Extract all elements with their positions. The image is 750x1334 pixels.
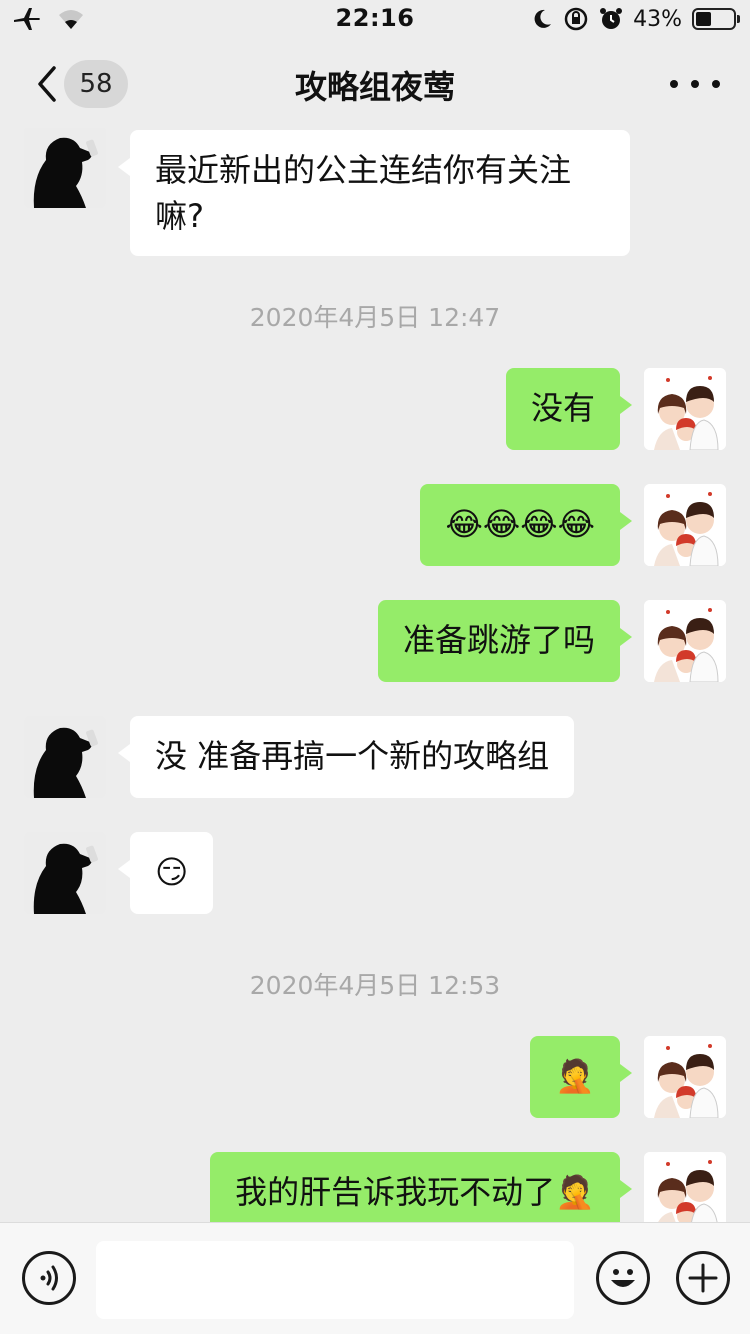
silhouette-avatar-image — [24, 832, 106, 914]
message-bubble-sent[interactable]: 我的肝告诉我玩不动了🤦 — [210, 1152, 632, 1222]
message-list[interactable]: 最近新出的公主连结你有关注 嘛? 2020年4月5日 12:47 没有 😂😂😂😂 — [0, 128, 750, 1222]
alarm-icon — [600, 8, 623, 29]
silhouette-avatar-image — [24, 716, 106, 798]
message-bubble-sent[interactable]: 没有 — [505, 368, 633, 450]
self-avatar[interactable] — [644, 484, 726, 566]
message-bubble-received[interactable]: 😏 — [117, 832, 214, 914]
plus-icon[interactable] — [676, 1251, 730, 1305]
message-bubble-sent[interactable]: 准备跳游了吗 — [377, 600, 633, 682]
plus-glyph — [688, 1263, 718, 1293]
silhouette-avatar-image — [24, 128, 106, 208]
message-timestamp: 2020年4月5日 12:47 — [249, 303, 501, 332]
dot — [670, 80, 678, 88]
message-bubble-sent[interactable]: 😂😂😂😂 — [420, 484, 632, 566]
couple-avatar-image — [644, 484, 726, 566]
message-text: 没有 — [530, 389, 595, 427]
self-avatar[interactable] — [644, 1036, 726, 1118]
message-text: 准备跳游了吗 — [402, 621, 595, 659]
couple-avatar-image — [644, 600, 726, 682]
emoji-icon[interactable] — [596, 1251, 650, 1305]
self-avatar[interactable] — [644, 1152, 726, 1222]
unread-count-badge[interactable]: 58 — [64, 60, 128, 108]
moon-icon — [534, 9, 552, 28]
message-text: 嘛? — [155, 197, 204, 235]
battery-level — [696, 12, 711, 26]
couple-avatar-image — [644, 368, 726, 450]
message-text: 🤦 — [555, 1057, 595, 1095]
message-text: 最近新出的公主连结你有关注 — [155, 151, 572, 189]
battery-percent: 43% — [633, 6, 682, 32]
couple-avatar-image — [644, 1036, 726, 1118]
status-right-icons: 43% — [531, 6, 740, 32]
orientation-lock-icon — [564, 7, 588, 31]
status-bar: 22:16 43% — [0, 0, 750, 40]
input-bar — [0, 1222, 750, 1334]
message-text: 😏 — [155, 853, 189, 891]
message-text: 没 准备再搞一个新的攻略组 — [155, 737, 550, 775]
more-dots-icon[interactable] — [670, 64, 720, 104]
voice-glyph — [40, 1265, 58, 1291]
message-text: 😂😂😂😂 — [445, 505, 595, 543]
message-timestamp: 2020年4月5日 12:53 — [249, 971, 501, 1000]
message-bubble-sent[interactable]: 🤦 — [530, 1036, 632, 1118]
message-bubble-received[interactable]: 没 准备再搞一个新的攻略组 — [117, 716, 575, 798]
nav-bar: 58 攻略组夜莺 — [0, 40, 750, 128]
voice-icon[interactable] — [22, 1251, 76, 1305]
message-text: 我的肝告诉我玩不动了🤦 — [235, 1173, 595, 1211]
chat-title: 攻略组夜莺 — [294, 68, 455, 106]
self-avatar[interactable] — [644, 600, 726, 682]
contact-avatar[interactable] — [24, 716, 106, 798]
contact-avatar[interactable] — [24, 832, 106, 914]
contact-avatar[interactable] — [24, 128, 106, 208]
dot — [712, 80, 720, 88]
message-input[interactable] — [96, 1241, 574, 1319]
emoji-glyph — [611, 1269, 635, 1287]
message-bubble-received[interactable]: 最近新出的公主连结你有关注 嘛? — [118, 130, 630, 256]
couple-avatar-image — [644, 1152, 726, 1222]
dot — [691, 80, 699, 88]
self-avatar[interactable] — [644, 368, 726, 450]
battery-icon — [692, 8, 740, 30]
